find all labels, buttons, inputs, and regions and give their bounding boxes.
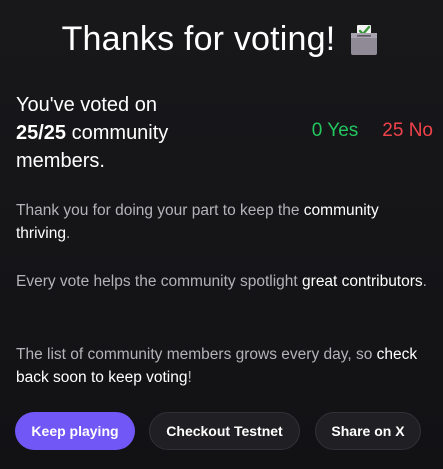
checkout-testnet-button[interactable]: Checkout Testnet — [149, 412, 300, 450]
spotlight-paragraph: Every vote helps the community spotlight… — [16, 270, 431, 293]
voted-line2: community — [66, 122, 169, 144]
share-on-x-button[interactable]: Share on X — [315, 412, 421, 450]
voted-summary: You've voted on 25/25 community members. — [16, 91, 216, 175]
voted-line3: members. — [16, 150, 105, 172]
p1-end: . — [65, 225, 71, 242]
vote-complete-card: Thanks for voting! You've voted on 25/25… — [0, 0, 443, 469]
no-count: 25 No — [382, 120, 433, 141]
title-text: Thanks for voting! — [61, 20, 336, 58]
p2-end: . — [422, 273, 427, 290]
keep-playing-button[interactable]: Keep playing — [15, 412, 135, 450]
p1-text: Thank you for doing your part to keep th… — [16, 202, 304, 219]
vote-tally: 0 Yes 25 No — [312, 120, 433, 142]
p2-text: Every vote helps the community spotlight — [16, 273, 303, 290]
p3-end: ! — [187, 369, 192, 386]
page-title: Thanks for voting! — [0, 20, 443, 59]
voted-line1: You've voted on — [16, 94, 157, 116]
p3-text: The list of community members grows ever… — [16, 346, 377, 363]
grows-paragraph: The list of community members grows ever… — [16, 343, 431, 389]
yes-count: 0 Yes — [311, 120, 359, 141]
thanks-paragraph: Thank you for doing your part to keep th… — [16, 199, 431, 245]
p2-highlight: great contributors — [302, 273, 423, 290]
voted-count: 25/25 — [16, 122, 67, 144]
ballot-box-icon — [347, 23, 381, 57]
